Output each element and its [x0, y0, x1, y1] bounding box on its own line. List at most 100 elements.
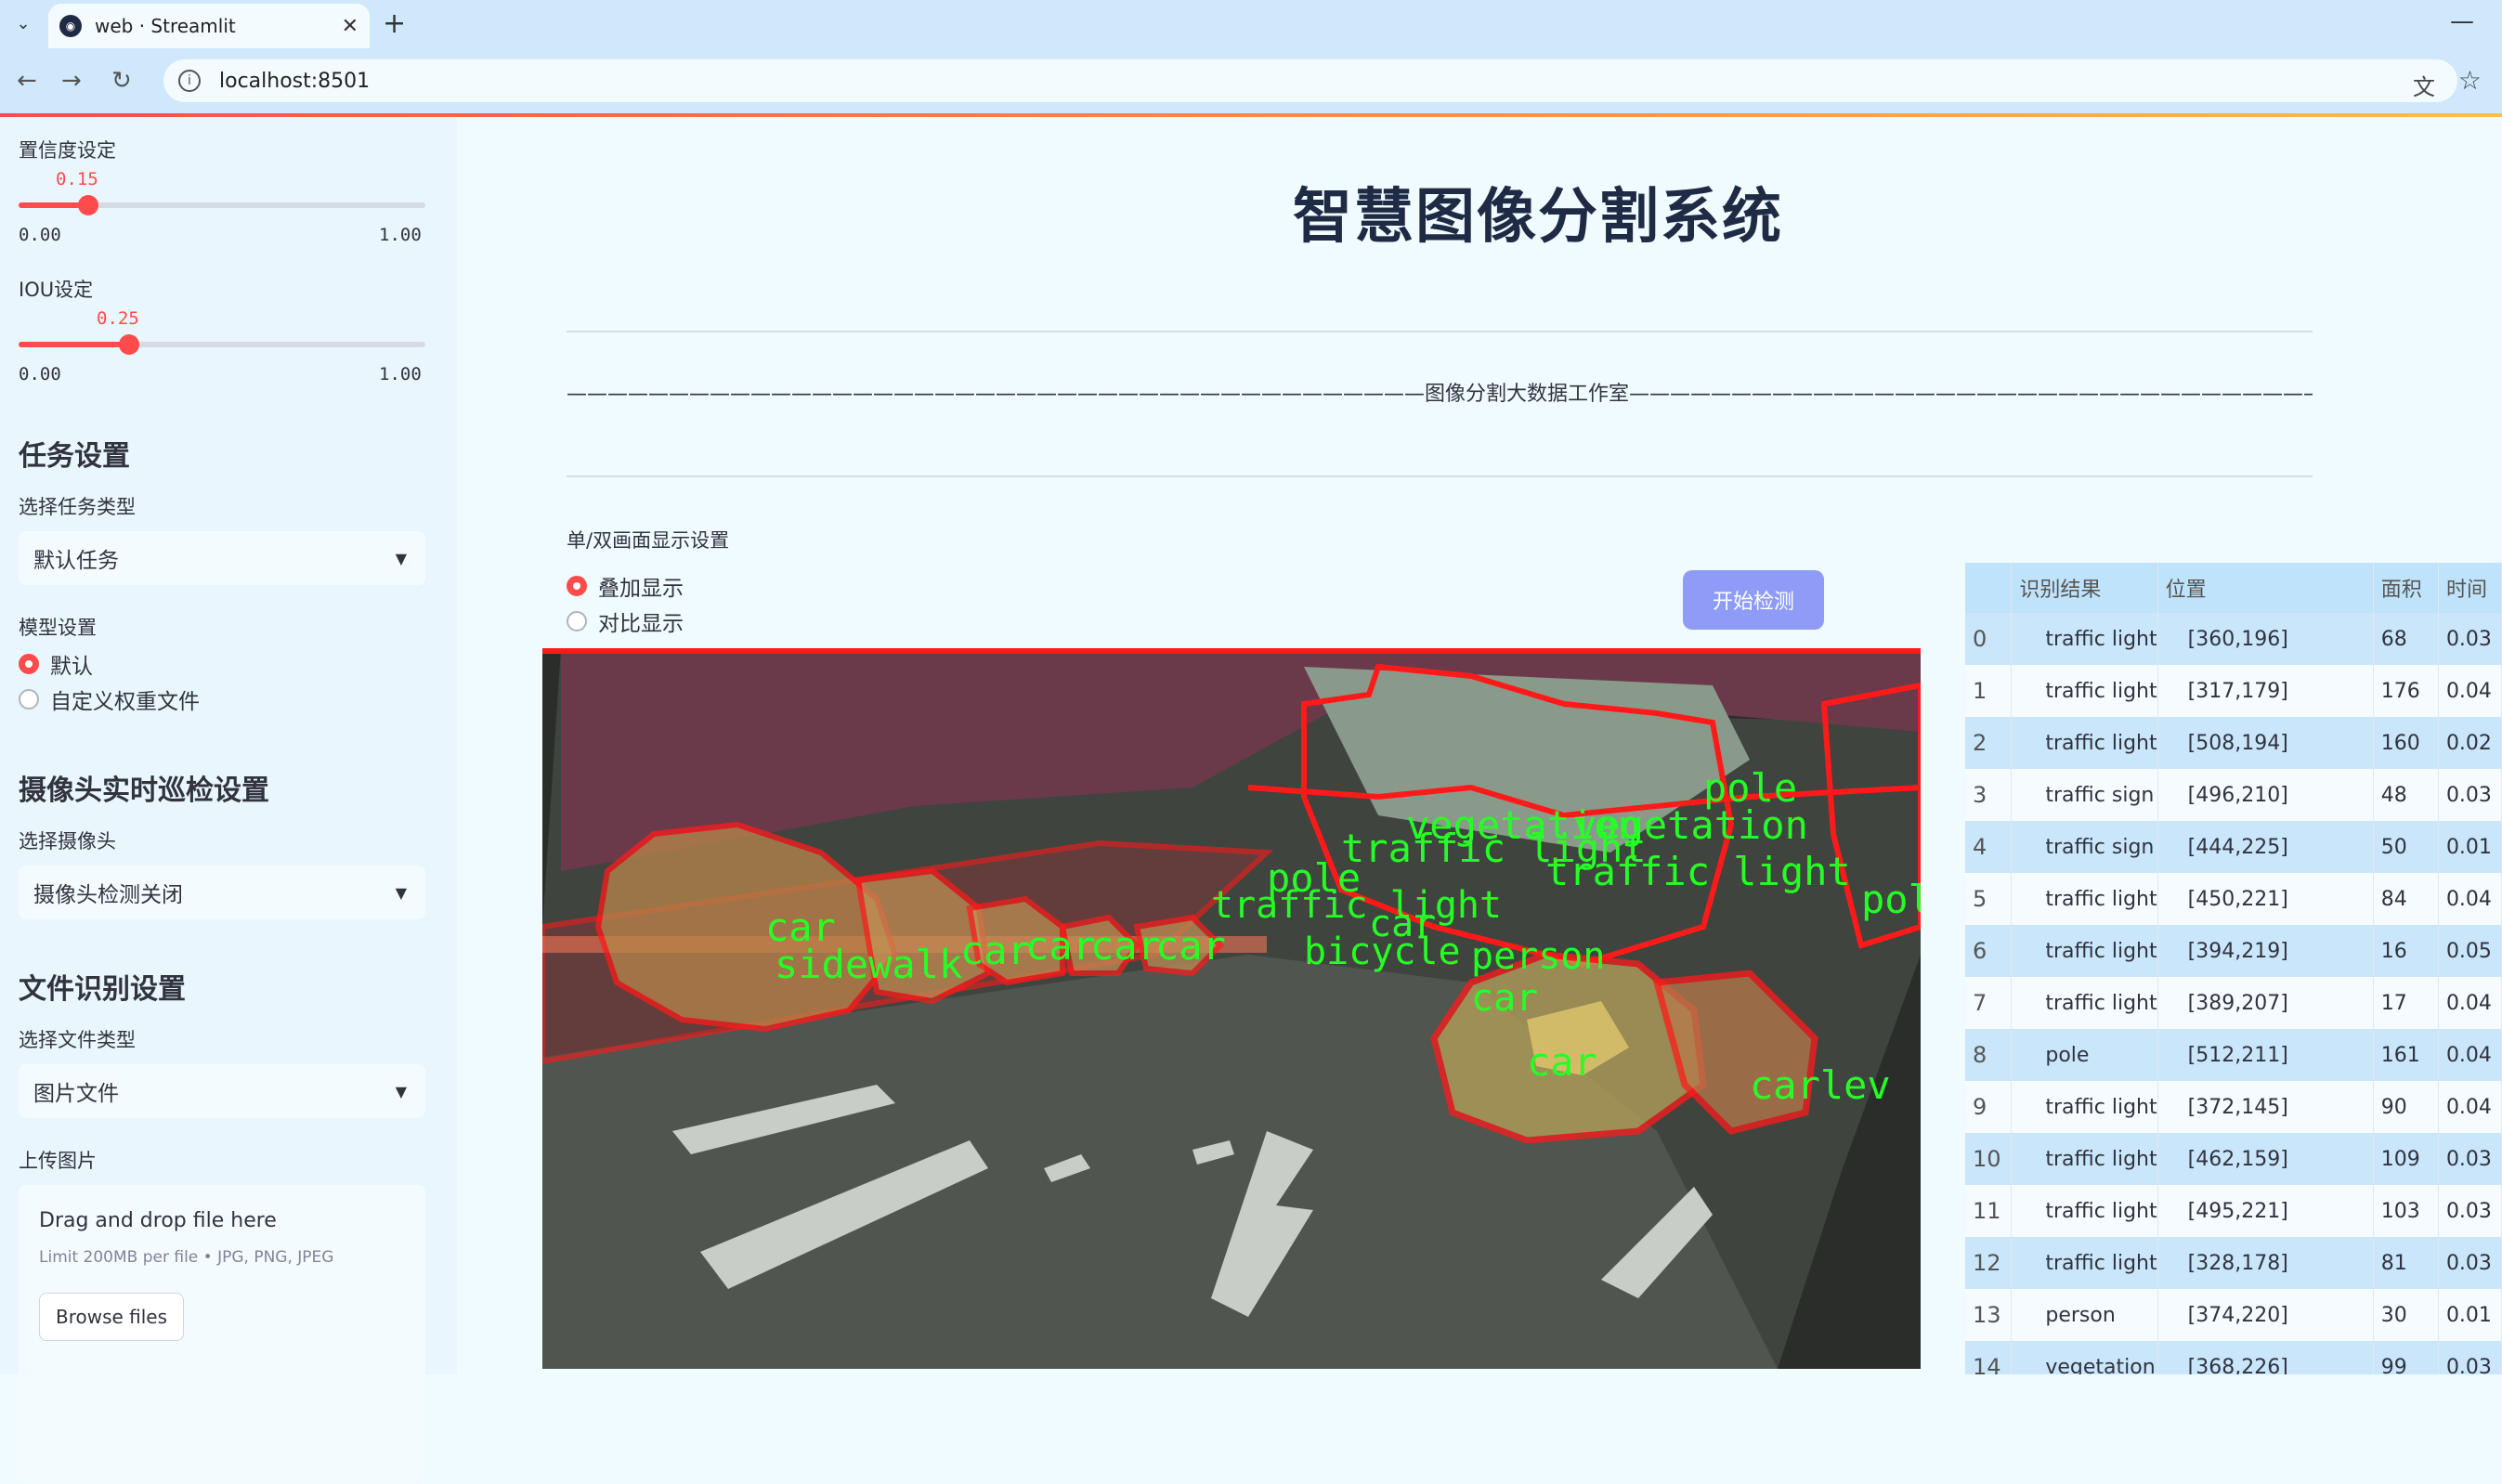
- display-mode-label: 单/双画面显示设置: [567, 529, 730, 552]
- row-position: [496,210]: [2157, 769, 2374, 821]
- label-traffic-light: traffic light: [1211, 884, 1502, 927]
- header-area[interactable]: 面积: [2373, 563, 2439, 613]
- row-area: 16: [2373, 925, 2439, 977]
- chevron-down-icon: ▼: [395, 1082, 407, 1100]
- model-radio-custom[interactable]: 自定义权重文件: [19, 683, 200, 715]
- close-icon[interactable]: ✕: [342, 15, 358, 38]
- file-type-select[interactable]: 图片文件 ▼: [19, 1064, 425, 1118]
- row-area: 17: [2373, 977, 2439, 1029]
- address-bar[interactable]: i localhost:8501: [163, 59, 2457, 102]
- header-position[interactable]: 位置: [2157, 563, 2374, 613]
- label-bicycle: bicycle: [1304, 931, 1461, 973]
- label-traffic-light: traffic light: [1545, 849, 1851, 894]
- back-icon[interactable]: ←: [17, 67, 37, 95]
- row-index: 14: [1965, 1341, 2013, 1374]
- table-row[interactable]: 5 traffic light [450,221] 84 0.04: [1965, 873, 2502, 925]
- row-time: 0.03: [2438, 1185, 2502, 1237]
- row-position: [368,226]: [2157, 1341, 2374, 1374]
- file-heading: 文件识别设置: [19, 973, 186, 1006]
- table-row[interactable]: 11 traffic light [495,221] 103 0.03: [1965, 1185, 2502, 1237]
- row-area: 160: [2373, 717, 2439, 769]
- row-index: 10: [1965, 1133, 2013, 1185]
- row-time: 0.04: [2438, 1029, 2502, 1081]
- site-info-icon[interactable]: i: [178, 70, 201, 92]
- file-uploader-dropzone[interactable]: Drag and drop file here Limit 200MB per …: [19, 1185, 425, 1484]
- tab-title: web · Streamlit: [95, 15, 236, 37]
- model-radio-default[interactable]: 默认: [19, 648, 93, 680]
- radio-unselected-icon[interactable]: [19, 689, 39, 709]
- radio-selected-icon[interactable]: [19, 654, 39, 674]
- row-area: 176: [2373, 665, 2439, 717]
- row-result: person: [2011, 1289, 2158, 1341]
- results-table[interactable]: 识别结果 位置 面积 时间 0 traffic light [360,196] 68 0…: [1965, 563, 2502, 1374]
- row-area: 90: [2373, 1081, 2439, 1133]
- table-row[interactable]: 1 traffic light [317,179] 176 0.04: [1965, 665, 2502, 717]
- table-row[interactable]: 0 traffic light [360,196] 68 0.03: [1965, 613, 2502, 665]
- table-row[interactable]: 2 traffic light [508,194] 160 0.02: [1965, 717, 2502, 769]
- row-time: 0.04: [2438, 665, 2502, 717]
- translate-icon[interactable]: 文: [2413, 69, 2435, 101]
- table-row[interactable]: 8 pole [512,211] 161 0.04: [1965, 1029, 2502, 1081]
- header-time[interactable]: 时间: [2438, 563, 2502, 613]
- row-area: 103: [2373, 1185, 2439, 1237]
- row-index: 13: [1965, 1289, 2013, 1341]
- table-row[interactable]: 4 traffic sign [444,225] 50 0.01: [1965, 821, 2502, 873]
- row-area: 68: [2373, 613, 2439, 665]
- row-index: 11: [1965, 1185, 2013, 1237]
- radio-unselected-icon[interactable]: [567, 611, 587, 631]
- confidence-max: 1.00: [379, 225, 422, 245]
- row-time: 0.04: [2438, 1081, 2502, 1133]
- confidence-slider[interactable]: [19, 195, 425, 215]
- chevron-down-icon: ▼: [395, 549, 407, 567]
- url-text[interactable]: localhost:8501: [219, 70, 370, 93]
- row-time: 0.04: [2438, 873, 2502, 925]
- browse-files-button[interactable]: Browse files: [39, 1293, 184, 1341]
- row-index: 5: [1965, 873, 2013, 925]
- camera-select[interactable]: 摄像头检测关闭 ▼: [19, 866, 425, 919]
- row-index: 8: [1965, 1029, 2013, 1081]
- table-row[interactable]: 14 vegetation [368,226] 99 0.03: [1965, 1341, 2502, 1374]
- row-result: vegetation: [2011, 1341, 2158, 1374]
- new-tab-icon[interactable]: +: [383, 7, 406, 40]
- iou-slider-thumb[interactable]: [119, 334, 139, 355]
- confidence-value: 0.15: [56, 169, 98, 189]
- row-area: 81: [2373, 1237, 2439, 1289]
- table-row[interactable]: 12 traffic light [328,178] 81 0.03: [1965, 1237, 2502, 1289]
- table-row[interactable]: 3 traffic sign [496,210] 48 0.03: [1965, 769, 2502, 821]
- tab-search-icon[interactable]: ⌄: [9, 9, 37, 37]
- bookmark-star-icon[interactable]: ☆: [2458, 65, 2482, 96]
- row-index: 6: [1965, 925, 2013, 977]
- minimize-icon[interactable]: —: [2450, 7, 2474, 35]
- iou-slider[interactable]: [19, 334, 425, 355]
- display-radio-compare[interactable]: 对比显示: [567, 605, 684, 637]
- streamlit-favicon-icon: ◉: [59, 15, 82, 37]
- row-time: 0.03: [2438, 769, 2502, 821]
- forward-icon[interactable]: →: [61, 67, 82, 95]
- start-detection-button[interactable]: 开始检测: [1683, 570, 1824, 630]
- main-content: 智慧图像分割系统 ———————————————————————————————…: [457, 117, 2502, 1374]
- browser-tab[interactable]: ◉ web · Streamlit ✕: [48, 4, 370, 48]
- header-result[interactable]: 识别结果: [2011, 563, 2158, 613]
- upload-label: 上传图片: [19, 1150, 97, 1172]
- reload-icon[interactable]: ↻: [111, 67, 132, 95]
- table-row[interactable]: 13 person [374,220] 30 0.01: [1965, 1289, 2502, 1341]
- row-position: [317,179]: [2157, 665, 2374, 717]
- row-position: [360,196]: [2157, 613, 2374, 665]
- row-time: 0.03: [2438, 613, 2502, 665]
- row-index: 0: [1965, 613, 2013, 665]
- upload-title: Drag and drop file here: [39, 1209, 277, 1232]
- iou-max: 1.00: [379, 364, 422, 384]
- row-index: 9: [1965, 1081, 2013, 1133]
- row-area: 109: [2373, 1133, 2439, 1185]
- label-sidewalk: sidewalk: [775, 942, 962, 987]
- radio-selected-icon[interactable]: [567, 576, 587, 596]
- table-row[interactable]: 6 traffic light [394,219] 16 0.05: [1965, 925, 2502, 977]
- table-row[interactable]: 7 traffic light [389,207] 17 0.04: [1965, 977, 2502, 1029]
- display-radio-overlay[interactable]: 叠加显示: [567, 570, 684, 602]
- row-position: [512,211]: [2157, 1029, 2374, 1081]
- results-grid: 识别结果 位置 面积 时间 0 traffic light [360,196] 68 0…: [1965, 563, 2502, 1374]
- table-row[interactable]: 10 traffic light [462,159] 109 0.03: [1965, 1133, 2502, 1185]
- table-row[interactable]: 9 traffic light [372,145] 90 0.04: [1965, 1081, 2502, 1133]
- confidence-slider-thumb[interactable]: [78, 195, 98, 215]
- task-select[interactable]: 默认任务 ▼: [19, 531, 425, 585]
